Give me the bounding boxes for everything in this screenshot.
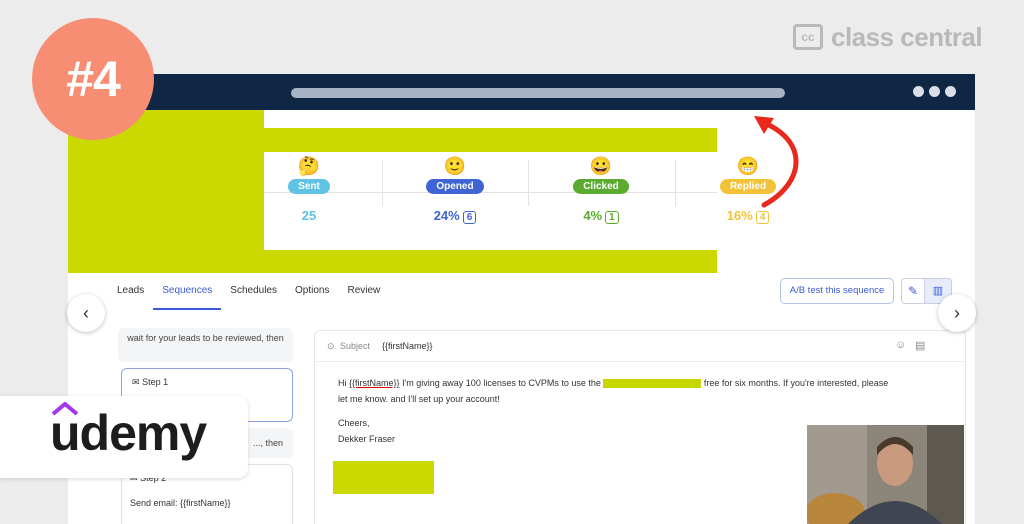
webcam-video (807, 425, 964, 524)
stat-sent: 🤔 Sent 25 (236, 152, 382, 250)
tab-leads[interactable]: Leads (108, 274, 153, 310)
stats-lime-strip (264, 128, 717, 152)
clock-icon: ⊙ (327, 341, 335, 351)
rank-badge: #4 (32, 18, 154, 140)
redacted-highlight (603, 379, 702, 389)
stat-value-text: 25 (301, 208, 317, 223)
window-dot-1[interactable] (913, 86, 924, 97)
stat-count: 1 (605, 211, 619, 224)
step-1-label: Step 1 (142, 377, 169, 387)
pencil-icon[interactable]: ✎ (901, 278, 925, 304)
redacted-signature (333, 461, 434, 494)
subject-input[interactable]: {{firstName}} (382, 341, 433, 351)
stat-value-text: 16% (726, 208, 753, 223)
stat-opened: 🙂 Opened 24% 6 (382, 152, 528, 250)
stat-count: 4 (755, 211, 770, 224)
red-arrow-icon (754, 116, 799, 208)
subject-row: ⊙ Subject {{firstName}} ☺ ▤ (315, 331, 965, 362)
stat-value: 16% 4 (675, 208, 821, 224)
stats-top-edge (264, 110, 717, 128)
stat-clicked: 😀 Clicked 4% 1 (528, 152, 674, 250)
tab-options[interactable]: Options (286, 274, 338, 310)
body-variable: {{firstName}} (349, 378, 400, 388)
next-arrow-icon[interactable]: › (938, 294, 976, 332)
presenter-image (807, 425, 964, 524)
mail-icon: ✉ (132, 377, 140, 387)
subject-label: Subject (340, 341, 371, 351)
stat-value-text: 4% (583, 208, 603, 223)
emoji-icon[interactable]: ☺ (895, 339, 906, 351)
body-text-2: I'm giving away 100 licenses to CVPMs to… (402, 378, 601, 388)
thinking-face-icon: 🤔 (297, 156, 321, 176)
class-central-text: class central (831, 21, 983, 52)
tab-schedules[interactable]: Schedules (221, 274, 286, 310)
ab-test-button[interactable]: A/B test this sequence (780, 278, 894, 304)
udemy-wordmark: udemy (50, 405, 207, 461)
previous-arrow-icon[interactable]: ‹ (67, 294, 105, 332)
stat-value-text: 24% (433, 208, 460, 223)
stat-value: 4% 1 (528, 208, 674, 224)
window-dot-2[interactable] (929, 86, 940, 97)
stat-count: 6 (462, 211, 477, 224)
tab-sequences[interactable]: Sequences (153, 274, 222, 310)
browser-titlebar (68, 74, 975, 110)
stat-value: 24% 6 (382, 208, 528, 224)
stat-value: 25 (236, 208, 382, 223)
window-dot-3[interactable] (945, 86, 956, 97)
body-text-1: Hi (338, 378, 347, 388)
tab-review[interactable]: Review (338, 274, 389, 310)
address-bar[interactable] (291, 88, 785, 98)
contact-card-icon[interactable]: ▤ (915, 339, 925, 352)
step-2-body: Send email: {{firstName}} (130, 498, 231, 508)
class-central-logo: cc class central (793, 20, 983, 54)
cc-icon: cc (793, 24, 823, 50)
wait-condition: wait for your leads to be reviewed, then (118, 328, 293, 362)
stat-label: Sent (288, 179, 330, 194)
stat-label: Clicked (573, 179, 629, 194)
grinning-face-icon: 😀 (589, 156, 613, 176)
udemy-logo-card: udemy (0, 396, 248, 478)
tab-bar: Leads Sequences Schedules Options Review (108, 274, 389, 310)
stat-label: Opened (426, 179, 484, 194)
smiling-face-icon: 🙂 (443, 156, 467, 176)
